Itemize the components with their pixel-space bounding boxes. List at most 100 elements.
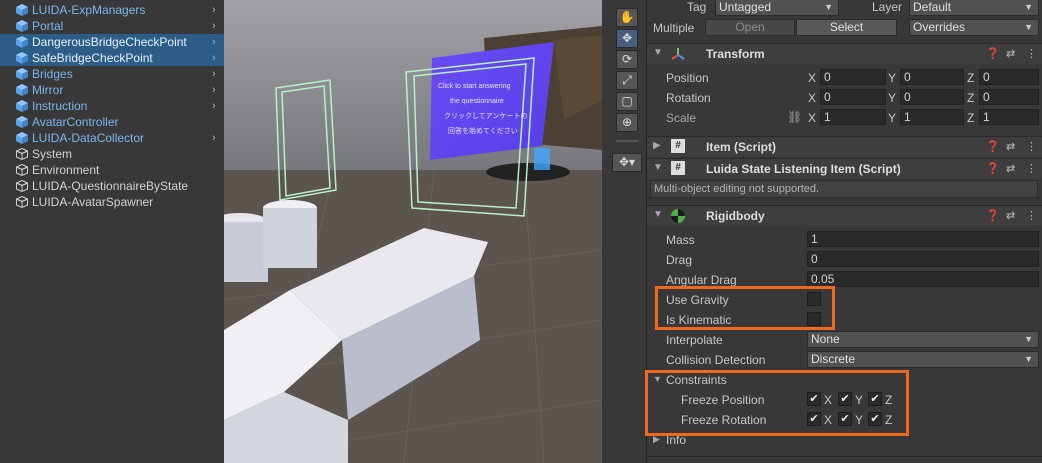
hierarchy-item[interactable]: SafeBridgeCheckPoint ›: [0, 50, 224, 66]
hierarchy-item[interactable]: System: [0, 146, 224, 162]
transform-tool-icon[interactable]: ⊕: [616, 113, 638, 132]
rigidbody-header[interactable]: ▼ Rigidbody ❓ ⇄ ⋮: [647, 205, 1042, 226]
position-x-field[interactable]: 0: [820, 69, 886, 85]
chevron-right-icon[interactable]: ›: [212, 130, 216, 146]
scene-render: Click to start answering the questionnai…: [224, 0, 602, 463]
rigidbody-help-icon[interactable]: ❓: [986, 209, 1000, 222]
rect-tool-icon[interactable]: ▢: [616, 92, 638, 111]
hierarchy-item[interactable]: Instruction ›: [0, 98, 224, 114]
rigidbody-more-icon[interactable]: ⋮: [1026, 209, 1037, 222]
hierarchy-item-label: Mirror: [32, 83, 64, 97]
scale-y-field[interactable]: 1: [900, 109, 964, 125]
position-y-field[interactable]: 0: [900, 69, 964, 85]
chevron-right-icon[interactable]: ›: [212, 66, 216, 82]
toolbar-divider: [616, 140, 638, 142]
chevron-right-icon[interactable]: ›: [212, 2, 216, 18]
hierarchy-item[interactable]: AvatarController: [0, 114, 224, 130]
move-tool-icon[interactable]: ✥: [616, 29, 638, 48]
mass-field[interactable]: 1: [807, 231, 1039, 247]
rotation-x-field[interactable]: 0: [820, 89, 886, 105]
constrain-proportions-icon[interactable]: ⛓: [787, 110, 802, 124]
rotation-z-label: Z: [967, 91, 975, 105]
prefab-cube-icon: [16, 100, 28, 112]
item-script-title: Item (Script): [706, 140, 777, 154]
hierarchy-item-label: LUIDA-DataCollector: [32, 131, 145, 145]
chevron-right-icon[interactable]: ›: [212, 98, 216, 114]
drag-field[interactable]: 0: [807, 251, 1039, 267]
sign-line-1: Click to start answering: [438, 83, 510, 90]
chevron-right-icon[interactable]: ›: [212, 82, 216, 98]
scale-z-field[interactable]: 1: [979, 109, 1039, 125]
more-icon[interactable]: ⋮: [1026, 47, 1037, 60]
constraints-highlight: [645, 370, 909, 436]
rotation-y-label: Y: [888, 91, 897, 105]
hierarchy-item[interactable]: LUIDA-QuestionnaireByState: [0, 178, 224, 194]
scale-tool-icon[interactable]: ⤢: [616, 71, 638, 90]
hierarchy-item[interactable]: LUIDA-AvatarSpawner: [0, 194, 224, 210]
hierarchy-item[interactable]: Environment: [0, 162, 224, 178]
settings-icon[interactable]: ⇄: [1006, 47, 1015, 60]
hierarchy-item[interactable]: LUIDA-DataCollector ›: [0, 130, 224, 146]
hierarchy-item[interactable]: LUIDA-ExpManagers ›: [0, 2, 224, 18]
position-z-label: Z: [967, 71, 975, 85]
prefab-cube-icon: [16, 4, 28, 16]
item-script-foldout-icon[interactable]: ▶: [653, 140, 661, 151]
scale-z-label: Z: [967, 111, 975, 125]
sign-line-4: 回答を始めてください: [448, 126, 518, 135]
item-settings-icon[interactable]: ⇄: [1006, 140, 1015, 153]
hierarchy-item-label: Portal: [32, 19, 64, 33]
rotation-y-field[interactable]: 0: [900, 89, 964, 105]
hierarchy-item-label: Instruction: [32, 99, 88, 113]
scene-view[interactable]: Click to start answering the questionnai…: [224, 0, 602, 463]
hierarchy-item[interactable]: Bridges ›: [0, 66, 224, 82]
rotation-z-field[interactable]: 0: [979, 89, 1039, 105]
position-y-label: Y: [888, 71, 897, 85]
item-help-icon[interactable]: ❓: [986, 140, 1000, 153]
chevron-right-icon[interactable]: ›: [212, 50, 216, 66]
position-z-field[interactable]: 0: [979, 69, 1039, 85]
help-icon[interactable]: ❓: [986, 47, 1000, 60]
rotation-x-label: X: [808, 91, 817, 105]
rigidbody-icon: [671, 209, 685, 223]
chevron-right-icon[interactable]: ›: [212, 18, 216, 34]
item-more-icon[interactable]: ⋮: [1026, 140, 1037, 153]
prefab-cube-icon: [16, 52, 28, 64]
collision-detection-dropdown[interactable]: Discrete ▼: [807, 351, 1039, 368]
gravity-kinematic-highlight: [655, 286, 835, 330]
sign-line-2: the questionnaire: [450, 98, 504, 105]
tag-dropdown[interactable]: Untagged ▼: [715, 0, 839, 16]
hand-tool-icon[interactable]: ✋: [616, 8, 638, 27]
rigidbody-settings-icon[interactable]: ⇄: [1006, 209, 1015, 222]
overrides-dropdown[interactable]: Overrides ▼: [909, 19, 1039, 36]
interpolate-dropdown[interactable]: None ▼: [807, 331, 1039, 348]
hierarchy-item-label: System: [32, 147, 73, 161]
rigidbody-foldout-icon[interactable]: ▼: [653, 209, 663, 220]
multi-object-note: Multi-object editing not supported.: [650, 180, 1038, 198]
transform-foldout-icon[interactable]: ▼: [653, 47, 663, 58]
state-more-icon[interactable]: ⋮: [1026, 162, 1037, 175]
state-item-foldout-icon[interactable]: ▼: [653, 162, 663, 173]
angular-drag-label: Angular Drag: [666, 273, 737, 287]
state-settings-icon[interactable]: ⇄: [1006, 162, 1015, 175]
hierarchy-item[interactable]: Mirror ›: [0, 82, 224, 98]
tag-label: Tag: [687, 0, 707, 14]
item-script-header[interactable]: ▶ # Item (Script) ❓ ⇄ ⋮: [647, 136, 1042, 157]
mass-label: Mass: [666, 233, 695, 247]
transform-icon: [671, 48, 685, 60]
scene-toolbar: ✋ ✥ ⟳ ⤢ ▢ ⊕ ✥▾: [602, 0, 646, 463]
state-item-header[interactable]: ▼ # Luida State Listening Item (Script) …: [647, 158, 1042, 179]
transform-header[interactable]: ▼ Transform ❓ ⇄ ⋮: [647, 43, 1042, 64]
hierarchy-item[interactable]: Portal ›: [0, 18, 224, 34]
hierarchy-item-label: Bridges: [32, 67, 73, 81]
scale-x-field[interactable]: 1: [820, 109, 886, 125]
hierarchy-item[interactable]: DangerousBridgeCheckPoint ›: [0, 34, 224, 50]
rotate-tool-icon[interactable]: ⟳: [616, 50, 638, 69]
select-button[interactable]: Select: [796, 19, 897, 36]
state-help-icon[interactable]: ❓: [986, 162, 1000, 175]
open-button[interactable]: Open: [705, 19, 795, 36]
custom-tool-icon[interactable]: ✥▾: [612, 153, 642, 172]
layer-dropdown[interactable]: Default ▼: [909, 0, 1039, 16]
chevron-right-icon[interactable]: ›: [212, 34, 216, 50]
angular-drag-field[interactable]: 0.05: [807, 271, 1039, 287]
rigidbody-title: Rigidbody: [706, 209, 765, 223]
